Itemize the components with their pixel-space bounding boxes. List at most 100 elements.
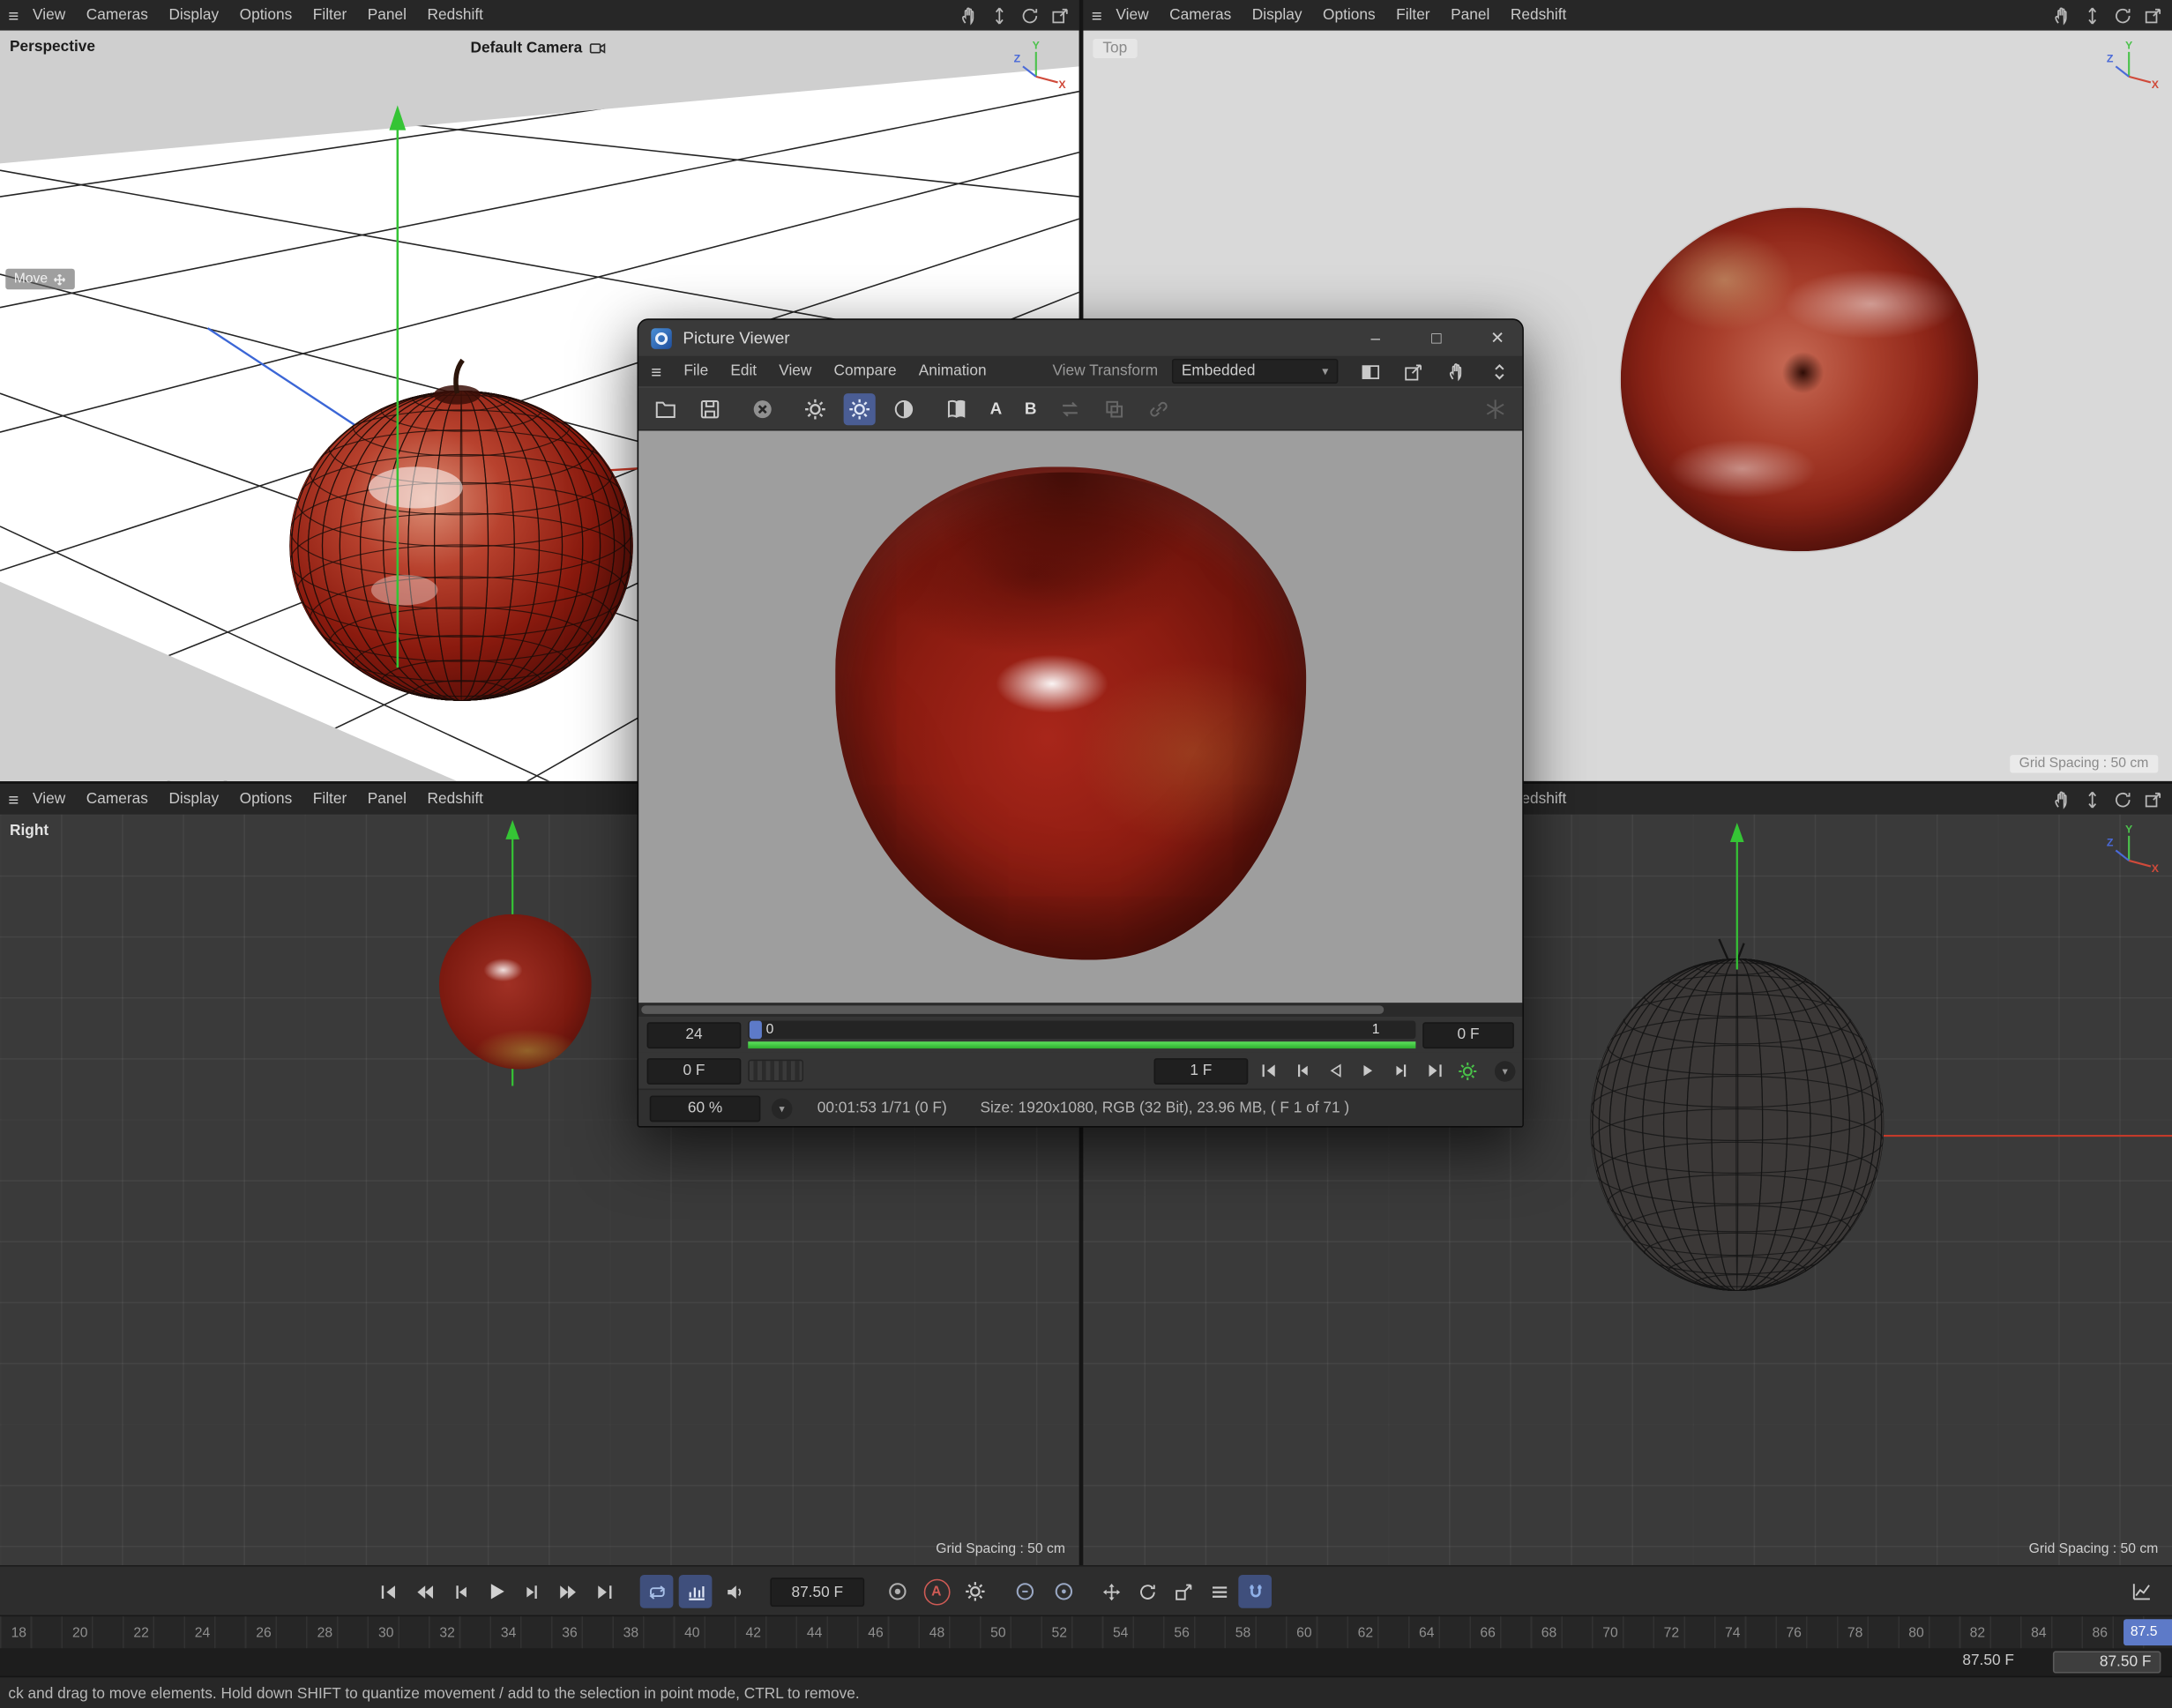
viewport-menu-item[interactable]: Redshift (428, 791, 483, 808)
frame-range-slider[interactable]: 0 1 (748, 1019, 1415, 1050)
pan-hand-icon[interactable] (2051, 4, 2072, 26)
viewport-menu-item[interactable]: View (33, 791, 65, 808)
viewport-menu-item[interactable]: Cameras (86, 7, 148, 24)
viewport-menu-item[interactable]: Options (1323, 7, 1376, 24)
hand-tool-icon[interactable] (1446, 361, 1467, 382)
viewport-menu-item[interactable]: Filter (313, 791, 347, 808)
version-b-button[interactable]: B (1019, 399, 1041, 418)
go-to-start-button[interactable] (1255, 1055, 1281, 1086)
play-forward-button[interactable] (1355, 1055, 1381, 1086)
settings-gear-icon[interactable] (799, 392, 831, 424)
image-horizontal-scrollbar[interactable] (638, 1003, 1522, 1017)
dolly-icon[interactable] (989, 4, 1011, 26)
viewport-menu-item[interactable]: Panel (1451, 7, 1489, 24)
mini-scrub-widget[interactable] (748, 1060, 803, 1082)
dolly-icon[interactable] (2082, 789, 2103, 810)
viewport-menu-item[interactable]: Redshift (428, 7, 483, 24)
play-backward-button[interactable] (1322, 1055, 1348, 1086)
viewport-menu-icon[interactable]: ≡ (8, 789, 19, 810)
maximize-button[interactable]: □ (1412, 320, 1462, 356)
viewport-menu-item[interactable]: Panel (368, 7, 407, 24)
redshift-snowflake-icon[interactable] (1480, 392, 1511, 424)
contrast-icon[interactable] (888, 392, 920, 424)
slider-track[interactable] (748, 1021, 1415, 1039)
previous-frame-button[interactable] (444, 1575, 477, 1608)
viewport-menu-item[interactable]: Filter (313, 7, 347, 24)
menu-item[interactable]: File (683, 363, 708, 380)
render-settings-gear-icon[interactable] (844, 392, 876, 424)
popout-icon[interactable] (1403, 361, 1424, 382)
copy-ab-icon[interactable] (1099, 392, 1131, 424)
record-button[interactable] (881, 1575, 914, 1608)
viewport-menu-item[interactable]: Redshift (1511, 7, 1566, 24)
current-frame-box[interactable]: 87.50 F (2053, 1651, 2161, 1673)
viewport-menu-item[interactable]: Cameras (1169, 7, 1231, 24)
next-key-button[interactable] (551, 1575, 585, 1608)
viewport-menu-item[interactable]: Cameras (86, 791, 148, 808)
viewport-menu-item[interactable]: View (33, 7, 65, 24)
slider-handle[interactable] (750, 1021, 762, 1039)
menu-item[interactable]: Compare (834, 363, 897, 380)
menu-item[interactable]: Animation (919, 363, 987, 380)
toggle-viewport-icon[interactable] (2143, 789, 2164, 810)
zoom-level-field[interactable]: 60 % (650, 1095, 761, 1122)
autokey-button[interactable]: A (920, 1575, 953, 1608)
version-a-button[interactable]: A (985, 399, 1007, 418)
pan-hand-icon[interactable] (2051, 789, 2072, 810)
picture-viewer-titlebar[interactable]: Picture Viewer – □ ✕ (638, 320, 1522, 356)
rotate-view-icon[interactable] (2112, 4, 2133, 26)
fps-field[interactable]: 24 (647, 1021, 742, 1048)
viewport-menu-item[interactable]: View (1116, 7, 1148, 24)
viewport-menu-icon[interactable]: ≡ (8, 4, 19, 26)
menu-icon[interactable]: ≡ (651, 361, 661, 382)
rotate-view-icon[interactable] (2112, 789, 2133, 810)
jump-to-start-button[interactable] (371, 1575, 405, 1608)
save-icon[interactable] (694, 392, 726, 424)
viewport-menu-item[interactable]: Display (168, 791, 219, 808)
rotate-view-icon[interactable] (1019, 4, 1041, 26)
render-image-area[interactable] (638, 431, 1522, 1003)
updown-arrows-icon[interactable] (1489, 361, 1511, 382)
snap-keys-toggle[interactable] (1238, 1575, 1272, 1608)
rotate-keys-icon[interactable] (1131, 1575, 1164, 1608)
view-transform-select[interactable]: Embedded▾ (1172, 359, 1338, 384)
move-keys-icon[interactable] (1094, 1575, 1128, 1608)
current-frame-field[interactable]: 87.50 F (770, 1577, 864, 1607)
record-options-icon[interactable] (1009, 1575, 1042, 1608)
menu-item[interactable]: View (779, 363, 811, 380)
play-button[interactable] (479, 1575, 512, 1608)
go-to-end-button[interactable] (1422, 1055, 1448, 1086)
next-frame-button[interactable] (515, 1575, 549, 1608)
clear-result-icon[interactable] (747, 392, 779, 424)
scale-keys-icon[interactable] (1167, 1575, 1200, 1608)
render-navigation-gear-icon[interactable] (1454, 1055, 1481, 1086)
viewport-menu-item[interactable]: Filter (1396, 7, 1429, 24)
timeline-playhead[interactable]: 87.5 (2123, 1619, 2172, 1645)
scrollbar-thumb[interactable] (641, 1005, 1384, 1013)
viewport-menu-item[interactable]: Display (1252, 7, 1302, 24)
viewport-menu-item[interactable]: Options (240, 7, 293, 24)
jump-to-end-button[interactable] (587, 1575, 621, 1608)
link-ab-icon[interactable] (1143, 392, 1175, 424)
open-folder-icon[interactable] (650, 392, 682, 424)
viewport-menu-icon[interactable]: ≡ (1092, 4, 1102, 26)
playback-options-chevron-icon[interactable]: ▾ (1495, 1060, 1516, 1081)
keying-options-icon[interactable] (1048, 1575, 1081, 1608)
viewport-menu-item[interactable]: Options (240, 791, 293, 808)
keying-settings-gear-icon[interactable] (959, 1575, 992, 1608)
toggle-viewport-icon[interactable] (1050, 4, 1071, 26)
ab-compare-icon[interactable] (941, 392, 973, 424)
track-display-icon[interactable] (1202, 1575, 1235, 1608)
mini-chart-icon[interactable] (2125, 1575, 2159, 1608)
previous-key-button[interactable] (407, 1575, 441, 1608)
split-view-icon[interactable] (1361, 361, 1382, 382)
close-button[interactable]: ✕ (1473, 320, 1523, 356)
viewport-menu-item[interactable]: Panel (368, 791, 407, 808)
swap-ab-icon[interactable] (1054, 392, 1086, 424)
pan-hand-icon[interactable] (959, 4, 980, 26)
keyframe-bars-toggle[interactable] (679, 1575, 713, 1608)
start-frame-field[interactable]: 0 F (647, 1057, 742, 1084)
previous-frame-button[interactable] (1288, 1055, 1315, 1086)
dolly-icon[interactable] (2082, 4, 2103, 26)
end-frame-field[interactable]: 0 F (1422, 1021, 1514, 1048)
